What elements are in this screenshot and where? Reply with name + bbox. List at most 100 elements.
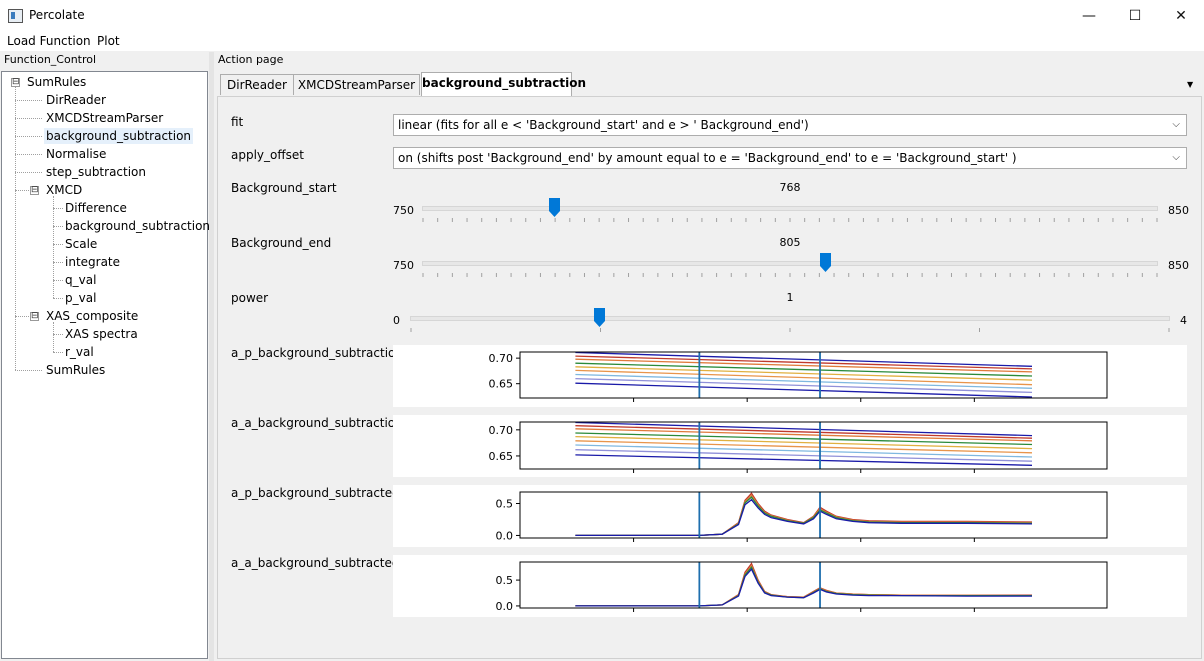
y-tick-label: 0.70: [489, 352, 514, 365]
y-tick-label: 0.65: [489, 450, 514, 463]
series-line: [575, 494, 1033, 537]
plot-axes-frame: [519, 561, 1108, 609]
app-icon: [8, 9, 23, 23]
function-tree[interactable]: ⊟ ⊟ ⊟ SumRules DirReader XMCDStreamParse…: [1, 71, 210, 659]
tree-item-xas-composite[interactable]: XAS_composite: [46, 308, 138, 324]
tree-connector: [53, 352, 63, 353]
a-p-background-subtraction-plot[interactable]: 0.70 0.65: [393, 345, 1187, 407]
background-start-value: 768: [779, 181, 801, 194]
window-title: Percolate: [29, 8, 85, 22]
collapse-xmcd-icon[interactable]: ⊟: [30, 186, 39, 195]
maximize-button[interactable]: ☐: [1112, 0, 1158, 31]
plot-axes-frame: [519, 491, 1108, 539]
y-tick-label: 0.65: [489, 378, 514, 391]
series-line: [575, 421, 1033, 437]
tab-xmcdstreamparser[interactable]: XMCDStreamParser: [293, 74, 420, 95]
a-a-background-subtraction-plot[interactable]: 0.70 0.65: [393, 415, 1187, 477]
background-end-slider-track[interactable]: [422, 261, 1158, 266]
menu-plot[interactable]: Plot: [97, 34, 120, 48]
plot-label: a_a_background_subtraction: [231, 416, 403, 430]
series-line: [575, 496, 1033, 537]
tab-dirreader[interactable]: DirReader: [220, 74, 294, 95]
apply-offset-label: apply_offset: [231, 148, 304, 162]
plot-label: a_p_background_subtracted: [231, 486, 400, 500]
tree-item-step-subtraction[interactable]: step_subtraction: [46, 164, 146, 180]
y-tick-label: 0.70: [489, 424, 514, 437]
tree-connector: [53, 226, 63, 227]
background-start-slider-track[interactable]: [422, 206, 1158, 211]
plot-label: a_a_background_subtracted: [231, 556, 400, 570]
tree-item-normalise[interactable]: Normalise: [46, 146, 106, 162]
y-tick-label: 0.0: [496, 600, 514, 613]
background-end-value: 805: [779, 236, 801, 249]
series-line: [575, 425, 1033, 439]
tree-connector: [53, 322, 54, 352]
tree-item-background-subtraction[interactable]: background_subtraction: [44, 128, 194, 144]
power-slider-thumb[interactable]: [594, 308, 605, 327]
collapse-sumrules-icon[interactable]: ⊟: [11, 78, 20, 87]
tree-item-difference[interactable]: Difference: [65, 200, 127, 216]
tree-connector: [15, 87, 16, 370]
a-p-background-subtracted-plot[interactable]: 0.5 0.0: [393, 485, 1187, 547]
fit-label: fit: [231, 115, 244, 129]
tree-connector: [15, 118, 42, 119]
a-a-background-subtracted-plot[interactable]: 0.5 0.0: [393, 555, 1187, 617]
tree-item-sumrules-final[interactable]: SumRules: [46, 362, 105, 378]
series-line: [575, 351, 1033, 367]
series-line: [575, 498, 1033, 537]
series-line: [575, 355, 1033, 370]
series-line: [575, 562, 1032, 607]
fit-combobox-value: linear (fits for all e < 'Background_sta…: [398, 118, 809, 132]
tree-item-xmcdstreamparser[interactable]: XMCDStreamParser: [46, 110, 163, 126]
apply-offset-combobox[interactable]: on (shifts post 'Background_end' by amou…: [393, 147, 1187, 169]
series-line: [575, 564, 1033, 607]
menu-load-function[interactable]: Load Function: [7, 34, 91, 48]
plot-label: a_p_background_subtraction: [231, 346, 403, 360]
tree-item-xmcd[interactable]: XMCD: [46, 182, 82, 198]
background-start-label: Background_start: [231, 181, 337, 195]
tree-connector: [53, 334, 63, 335]
tree-connector: [15, 172, 42, 173]
minimize-button[interactable]: —: [1066, 0, 1112, 31]
power-label: power: [231, 291, 269, 305]
collapse-xas-composite-icon[interactable]: ⊟: [30, 312, 39, 321]
tab-background-subtraction[interactable]: background_subtraction: [421, 72, 586, 96]
tree-connector: [15, 136, 42, 137]
background-start-slider-thumb[interactable]: [548, 198, 560, 217]
tree-item-xas-spectra[interactable]: XAS spectra: [65, 326, 138, 342]
tree-connector: [15, 370, 42, 371]
menu-bar: Load Function Plot: [0, 31, 1204, 51]
tree-item-xmcd-background-subtraction[interactable]: background_subtraction: [65, 218, 210, 234]
tree-item-scale[interactable]: Scale: [65, 236, 97, 252]
tree-item-integrate[interactable]: integrate: [65, 254, 120, 270]
y-tick-label: 0.5: [496, 498, 514, 511]
tab-list-dropdown-icon[interactable]: ▼: [1187, 80, 1193, 89]
tree-connector: [53, 262, 63, 263]
action-page-header: Action page: [218, 53, 284, 66]
background-end-label: Background_end: [231, 236, 332, 250]
tree-connector: [53, 208, 63, 209]
background-end-min: 750: [393, 259, 414, 272]
background-start-max: 850: [1168, 204, 1189, 217]
function-control-header: Function_Control: [0, 52, 210, 70]
tree-item-dirreader[interactable]: DirReader: [46, 92, 106, 108]
power-ticks: [410, 328, 1170, 332]
tree-connector: [15, 100, 42, 101]
tree-item-sumrules[interactable]: SumRules: [27, 74, 86, 90]
background-end-max: 850: [1168, 259, 1189, 272]
power-slider-track[interactable]: [410, 316, 1170, 321]
tree-item-p-val[interactable]: p_val: [65, 290, 96, 306]
apply-offset-combobox-value: on (shifts post 'Background_end' by amou…: [398, 151, 1017, 165]
y-tick-label: 0.5: [496, 574, 514, 587]
power-value: 1: [786, 291, 794, 304]
power-min: 0: [393, 314, 400, 327]
close-button[interactable]: ✕: [1158, 0, 1204, 31]
chevron-down-icon: ⌵: [1172, 119, 1180, 130]
background-end-slider-thumb[interactable]: [820, 253, 832, 272]
tab-bar: DirReader XMCDStreamParser background_su…: [215, 71, 1204, 97]
tree-item-q-val[interactable]: q_val: [65, 272, 96, 288]
tree-item-r-val[interactable]: r_val: [65, 344, 94, 360]
tree-connector: [53, 280, 63, 281]
fit-combobox[interactable]: linear (fits for all e < 'Background_sta…: [393, 114, 1187, 136]
dock-splitter[interactable]: [209, 52, 214, 661]
